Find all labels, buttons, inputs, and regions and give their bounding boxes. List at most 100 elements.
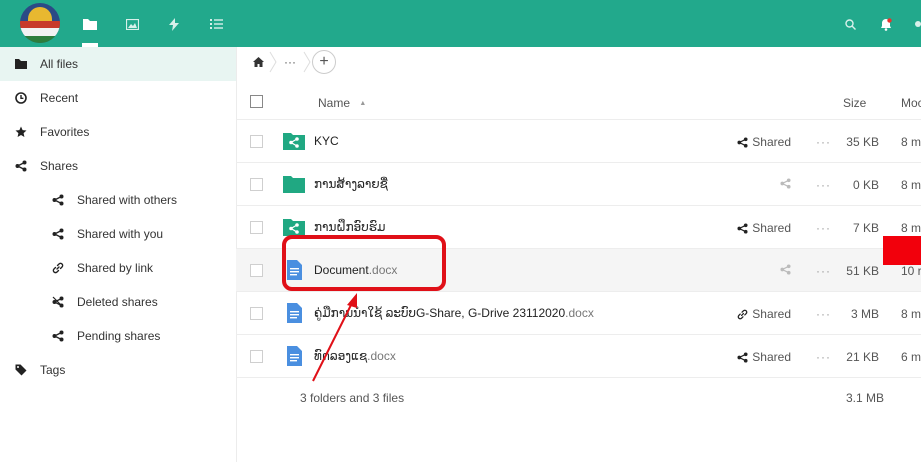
- document-icon: [287, 346, 302, 366]
- file-name[interactable]: ການຝຶກອົບຮົມ: [314, 220, 385, 234]
- row-actions-button[interactable]: ···: [816, 307, 831, 321]
- sidebar-item-shared-by-link[interactable]: Shared by link: [0, 251, 236, 285]
- row-checkbox[interactable]: [250, 264, 263, 277]
- photos-icon[interactable]: [122, 14, 142, 34]
- file-modified: 8 m: [901, 178, 921, 192]
- sidebar: All files Recent Favorites Shares Shared…: [0, 47, 237, 462]
- sidebar-item-label: Pending shares: [77, 329, 161, 343]
- row-checkbox[interactable]: [250, 350, 263, 363]
- share-status-label: Shared: [752, 221, 791, 235]
- file-modified: 6 m: [901, 350, 921, 364]
- sidebar-item-label: Tags: [40, 363, 66, 377]
- folder-icon: [14, 57, 28, 71]
- file-modified: 10 r: [901, 264, 921, 278]
- share-status-button[interactable]: Shared: [737, 135, 791, 149]
- share-button[interactable]: [780, 264, 791, 275]
- file-name-base: ຄູ່ມືການນຳໃຊ້ ລະບົບG-Share, G-Drive 2311…: [314, 306, 566, 320]
- row-actions-button[interactable]: ···: [816, 350, 831, 364]
- column-header-name[interactable]: Name ▲: [318, 96, 366, 110]
- tasks-icon[interactable]: [206, 14, 226, 34]
- sidebar-item-pending-shares[interactable]: Pending shares: [0, 319, 236, 353]
- file-row-manual[interactable]: ຄູ່ມືການນຳໃຊ້ ລະບົບG-Share, G-Drive 2311…: [236, 292, 921, 335]
- sidebar-item-tags[interactable]: Tags: [0, 353, 236, 387]
- row-actions-button[interactable]: ···: [816, 178, 831, 192]
- file-name[interactable]: KYC: [314, 134, 339, 148]
- sidebar-item-shared-with-you[interactable]: Shared with you: [0, 217, 236, 251]
- share-status-label: Shared: [752, 350, 791, 364]
- row-actions-button[interactable]: ···: [816, 221, 831, 235]
- home-icon[interactable]: [248, 57, 268, 67]
- top-header: [0, 0, 921, 47]
- star-icon: [14, 125, 28, 139]
- share-icon: [51, 329, 65, 343]
- sidebar-item-label: Deleted shares: [77, 295, 158, 309]
- settings-icon[interactable]: [908, 14, 921, 34]
- sidebar-item-label: Shared with you: [77, 227, 164, 241]
- breadcrumb-separator: [269, 51, 277, 73]
- sidebar-item-all-files[interactable]: All files: [0, 47, 236, 81]
- file-count-summary: 3 folders and 3 files: [300, 391, 405, 405]
- notifications-icon[interactable]: [876, 14, 896, 34]
- breadcrumb-more-button[interactable]: ···: [278, 55, 302, 69]
- shared-folder-icon: [283, 133, 305, 150]
- share-icon: [780, 264, 791, 275]
- file-size: 35 KB: [846, 135, 879, 149]
- share-icon: [51, 227, 65, 241]
- file-size: 3 MB: [850, 307, 879, 321]
- column-header-modified[interactable]: Moc: [901, 96, 921, 110]
- share-status-label: Shared: [752, 307, 791, 321]
- file-name-base: ທົດລອງແຊ: [314, 349, 368, 363]
- highlight-annotation-box: [282, 235, 446, 291]
- file-modified: 8 m: [901, 307, 921, 321]
- activity-icon[interactable]: [164, 14, 184, 34]
- sidebar-item-shared-with-others[interactable]: Shared with others: [0, 183, 236, 217]
- search-icon[interactable]: [840, 14, 860, 34]
- deleted-share-icon: [51, 295, 65, 309]
- sidebar-item-label: Shared by link: [77, 261, 154, 275]
- file-row-kyc[interactable]: KYC Shared ··· 35 KB 8 m: [236, 120, 921, 163]
- add-new-button[interactable]: +: [312, 50, 336, 74]
- row-checkbox[interactable]: [250, 221, 263, 234]
- breadcrumb: ··· +: [248, 50, 336, 74]
- file-row-folder-2[interactable]: ການສ້າງລາຍຊື່ ··· 0 KB 8 m: [236, 163, 921, 206]
- sidebar-item-recent[interactable]: Recent: [0, 81, 236, 115]
- share-status-button[interactable]: Shared: [737, 221, 791, 235]
- total-size: 3.1 MB: [846, 391, 885, 405]
- sort-ascending-icon: ▲: [359, 100, 367, 108]
- sidebar-item-shares[interactable]: Shares: [0, 149, 236, 183]
- share-status-button[interactable]: Shared: [737, 350, 791, 364]
- share-icon: [51, 193, 65, 207]
- sidebar-item-label: Shares: [40, 159, 79, 173]
- row-actions-button[interactable]: ···: [816, 135, 831, 149]
- files-icon[interactable]: [80, 14, 100, 34]
- folder-icon: [283, 176, 305, 193]
- breadcrumb-separator: [303, 51, 311, 73]
- share-button[interactable]: [780, 178, 791, 189]
- row-actions-button[interactable]: ···: [816, 264, 831, 278]
- sidebar-item-favorites[interactable]: Favorites: [0, 115, 236, 149]
- sidebar-item-deleted-shares[interactable]: Deleted shares: [0, 285, 236, 319]
- sidebar-item-label: Favorites: [40, 125, 90, 139]
- row-checkbox[interactable]: [250, 178, 263, 191]
- row-checkbox[interactable]: [250, 135, 263, 148]
- select-all-checkbox[interactable]: [250, 95, 263, 108]
- column-header-size[interactable]: Size: [843, 96, 866, 110]
- file-name[interactable]: ການສ້າງລາຍຊື່: [314, 177, 388, 191]
- document-icon: [287, 303, 302, 323]
- link-icon: [737, 309, 748, 319]
- file-size: 7 KB: [852, 221, 879, 235]
- file-name[interactable]: ຄູ່ມືການນຳໃຊ້ ລະບົບG-Share, G-Drive 2311…: [314, 306, 594, 320]
- sidebar-item-label: Shared with others: [77, 193, 178, 207]
- file-extension: .docx: [367, 349, 396, 363]
- tag-icon: [14, 363, 28, 377]
- app-logo[interactable]: [20, 3, 60, 43]
- share-icon: [780, 178, 791, 189]
- sidebar-item-label: Recent: [40, 91, 79, 105]
- sidebar-item-label: All files: [40, 57, 79, 71]
- share-status-button[interactable]: Shared: [737, 307, 791, 321]
- file-name[interactable]: ທົດລອງແຊ.docx: [314, 349, 396, 363]
- file-row-test[interactable]: ທົດລອງແຊ.docx Shared ··· 21 KB 6 m: [236, 335, 921, 378]
- row-checkbox[interactable]: [250, 307, 263, 320]
- share-icon: [737, 222, 748, 234]
- clock-icon: [14, 91, 28, 105]
